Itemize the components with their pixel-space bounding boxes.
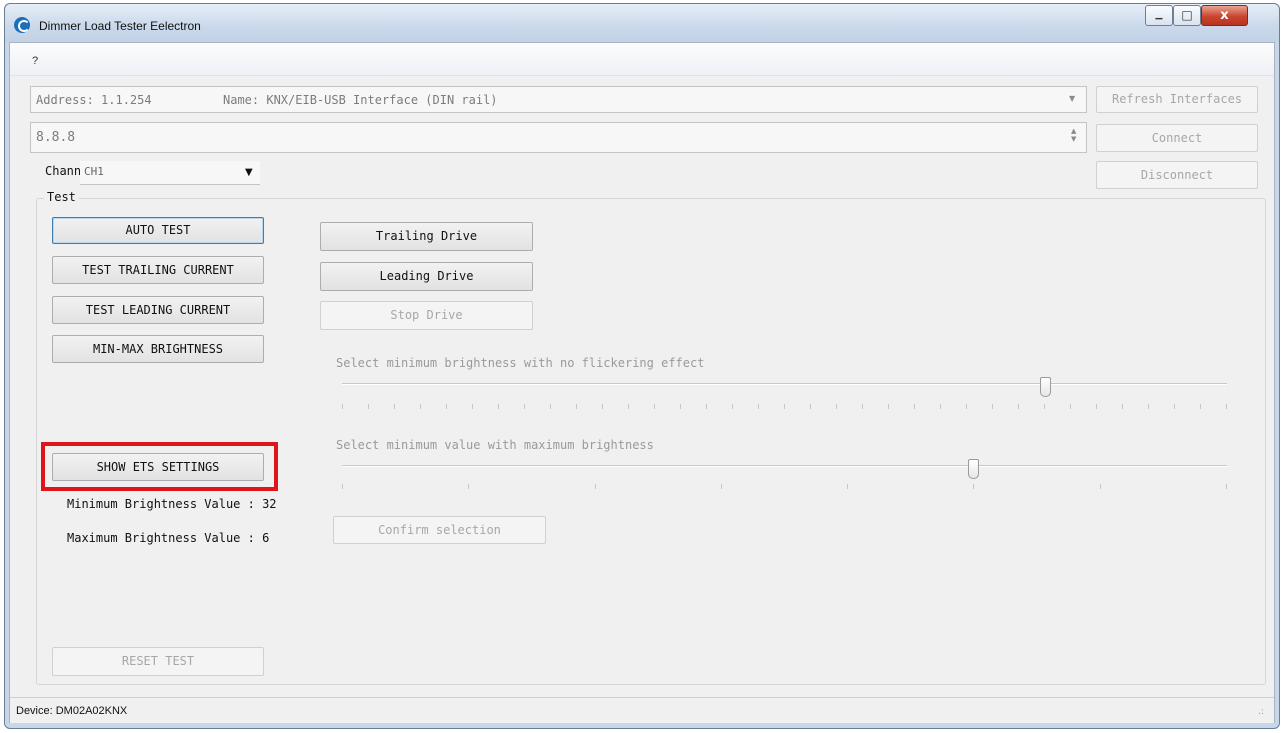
- slider-tick: [966, 404, 967, 409]
- slider-tick: [732, 404, 733, 409]
- maximize-icon: □: [1181, 8, 1193, 22]
- stop-drive-button[interactable]: Stop Drive: [320, 301, 533, 330]
- slider-tick: [847, 484, 848, 489]
- connect-button[interactable]: Connect: [1096, 124, 1258, 152]
- interface-address: Address: 1.1.254: [36, 93, 152, 107]
- slider-tick: [524, 404, 525, 409]
- channel-dropdown[interactable]: CH1 ▼: [80, 161, 260, 185]
- slider-tick: [810, 404, 811, 409]
- spinner-arrows-icon[interactable]: ▲ ▼: [1071, 127, 1076, 143]
- slider-tick: [721, 484, 722, 489]
- slider-tick: [602, 404, 603, 409]
- slider-tick: [992, 404, 993, 409]
- slider-tick: [1226, 484, 1227, 489]
- slider-tick: [472, 404, 473, 409]
- ip-address-value: 8.8.8: [36, 130, 76, 145]
- slider-tick: [1148, 404, 1149, 409]
- slider-tick: [973, 484, 974, 489]
- leading-drive-button[interactable]: Leading Drive: [320, 262, 533, 291]
- interface-dropdown[interactable]: Address: 1.1.254 Name: KNX/EIB-USB Inter…: [30, 86, 1087, 113]
- slider-tick: [576, 404, 577, 409]
- refresh-interfaces-button[interactable]: Refresh Interfaces: [1096, 86, 1258, 113]
- slider-tick: [550, 404, 551, 409]
- slider-tick: [1174, 404, 1175, 409]
- slider-tick: [784, 404, 785, 409]
- slider-tick: [1100, 484, 1101, 489]
- slider-tick: [1122, 404, 1123, 409]
- min-brightness-slider-label: Select minimum brightness with no flicke…: [336, 356, 705, 370]
- app-logo-icon: [14, 17, 30, 33]
- max-brightness-slider-thumb[interactable]: [968, 459, 979, 479]
- min-brightness-value: Minimum Brightness Value : 32: [67, 497, 277, 511]
- channel-selected-value: CH1: [84, 165, 104, 178]
- interface-name: Name: KNX/EIB-USB Interface (DIN rail): [223, 93, 498, 107]
- test-leading-current-button[interactable]: TEST LEADING CURRENT: [52, 296, 264, 324]
- slider-tick: [1070, 404, 1071, 409]
- slider-tick: [862, 404, 863, 409]
- slider-tick: [1226, 404, 1227, 409]
- menu-bar: [10, 43, 1274, 76]
- slider-tick: [706, 404, 707, 409]
- slider-tick: [342, 484, 343, 489]
- slider-tick: [758, 404, 759, 409]
- chevron-down-icon: ▼: [245, 167, 253, 178]
- slider-tick: [940, 404, 941, 409]
- slider-tick: [836, 404, 837, 409]
- slider-tick: [888, 404, 889, 409]
- disconnect-button[interactable]: Disconnect: [1096, 161, 1258, 189]
- slider-tick: [468, 484, 469, 489]
- minimize-icon: ▁: [1155, 10, 1163, 20]
- slider-tick: [654, 404, 655, 409]
- slider-tick: [628, 404, 629, 409]
- maximize-button[interactable]: □: [1173, 5, 1201, 26]
- slider-tick: [914, 404, 915, 409]
- max-brightness-slider-track: [342, 465, 1227, 467]
- slider-tick: [446, 404, 447, 409]
- status-bar: [10, 697, 1274, 723]
- min-brightness-slider-thumb[interactable]: [1040, 377, 1051, 397]
- status-device: Device: DM02A02KNX: [16, 705, 128, 717]
- min-max-brightness-button[interactable]: MIN-MAX BRIGHTNESS: [52, 335, 264, 363]
- slider-tick: [420, 404, 421, 409]
- max-brightness-slider-ticks: [342, 484, 1227, 490]
- min-brightness-slider-track: [342, 383, 1227, 385]
- auto-test-button[interactable]: AUTO TEST: [52, 217, 264, 244]
- max-brightness-value: Maximum Brightness Value : 6: [67, 531, 270, 545]
- slider-tick: [368, 404, 369, 409]
- close-button[interactable]: x: [1201, 5, 1248, 26]
- slider-tick: [1044, 404, 1045, 409]
- ip-address-field[interactable]: 8.8.8 ▲ ▼: [30, 122, 1087, 153]
- slider-tick: [595, 484, 596, 489]
- trailing-drive-button[interactable]: Trailing Drive: [320, 222, 533, 251]
- confirm-selection-button[interactable]: Confirm selection: [333, 516, 546, 544]
- test-trailing-current-button[interactable]: TEST TRAILING CURRENT: [52, 256, 264, 284]
- slider-tick: [1200, 404, 1201, 409]
- chevron-down-icon: ▼: [1069, 94, 1076, 103]
- reset-test-button[interactable]: RESET TEST: [52, 647, 264, 676]
- slider-tick: [498, 404, 499, 409]
- min-brightness-slider-ticks: [342, 404, 1227, 410]
- max-brightness-slider-label: Select minimum value with maximum bright…: [336, 438, 654, 452]
- close-icon: x: [1220, 8, 1229, 23]
- slider-tick: [1096, 404, 1097, 409]
- test-group-label: Test: [44, 190, 79, 204]
- show-ets-settings-button[interactable]: SHOW ETS SETTINGS: [52, 453, 264, 481]
- slider-tick: [394, 404, 395, 409]
- slider-tick: [342, 404, 343, 409]
- minimize-button[interactable]: ▁: [1145, 5, 1173, 26]
- slider-tick: [680, 404, 681, 409]
- slider-tick: [1018, 404, 1019, 409]
- resize-grip-icon[interactable]: .:: [1258, 707, 1264, 717]
- window-title: Dimmer Load Tester Eelectron: [39, 19, 201, 33]
- menu-item-help[interactable]: ?: [32, 55, 38, 67]
